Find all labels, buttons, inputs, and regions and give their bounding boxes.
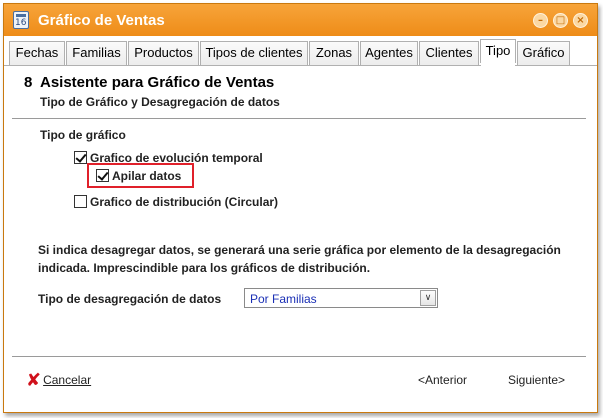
- wizard-window: 16 Gráfico de Ventas – □ × Fechas Famili…: [3, 3, 598, 413]
- next-button[interactable]: Siguiente>: [508, 373, 565, 387]
- tab-grafico[interactable]: Gráfico: [517, 41, 570, 66]
- wizard-content: 8 Asistente para Gráfico de Ventas Tipo …: [4, 67, 597, 414]
- close-button[interactable]: ×: [573, 13, 588, 28]
- tab-productos[interactable]: Productos: [128, 41, 199, 66]
- tab-clientes[interactable]: Clientes: [419, 41, 479, 66]
- header-separator: [12, 118, 586, 119]
- calendar-app-icon: 16: [13, 11, 29, 29]
- wizard-step-number: 8: [24, 74, 33, 91]
- tab-bar: Fechas Familias Productos Tipos de clien…: [4, 36, 597, 66]
- previous-button[interactable]: <Anterior: [418, 373, 467, 387]
- tab-tipos-de-clientes[interactable]: Tipos de clientes: [200, 41, 308, 66]
- red-x-icon: ✘: [26, 370, 42, 391]
- footer-separator: [12, 356, 586, 357]
- minimize-button[interactable]: –: [533, 13, 548, 28]
- maximize-button[interactable]: □: [553, 13, 568, 28]
- tab-tipo[interactable]: Tipo: [480, 39, 516, 66]
- distribution-chart-label[interactable]: Grafico de distribución (Circular): [90, 195, 278, 209]
- title-bar[interactable]: 16 Gráfico de Ventas – □ ×: [4, 4, 597, 36]
- tab-familias[interactable]: Familias: [66, 41, 127, 66]
- chart-type-section-label: Tipo de gráfico: [40, 128, 126, 142]
- stack-data-label[interactable]: Apilar datos: [112, 169, 181, 183]
- window-title: Gráfico de Ventas: [38, 12, 165, 29]
- disaggregation-select[interactable]: Por Familias ∨: [244, 288, 438, 308]
- tab-agentes[interactable]: Agentes: [360, 41, 418, 66]
- wizard-subtitle: Tipo de Gráfico y Desagregación de datos: [40, 95, 280, 109]
- stack-data-option[interactable]: Apilar datos: [96, 168, 181, 184]
- stack-data-checkbox[interactable]: [96, 169, 109, 183]
- distribution-chart-option[interactable]: Grafico de distribución (Circular): [74, 194, 278, 210]
- disaggregation-label: Tipo de desagregación de datos: [38, 292, 222, 306]
- wizard-title: Asistente para Gráfico de Ventas: [40, 74, 275, 91]
- tab-fechas[interactable]: Fechas: [9, 41, 65, 66]
- distribution-chart-checkbox[interactable]: [74, 195, 87, 209]
- disaggregation-selected-value: Por Familias: [250, 292, 317, 306]
- evolution-chart-checkbox[interactable]: [74, 151, 87, 165]
- app-icon-text: 16: [15, 18, 27, 28]
- disaggregation-info-text: Si indica desagregar datos, se generará …: [38, 243, 561, 275]
- cancel-button[interactable]: ✘ Cancelar: [26, 370, 92, 391]
- chevron-down-icon[interactable]: ∨: [420, 290, 436, 306]
- cancel-label: Cancelar: [43, 373, 92, 388]
- tab-zonas[interactable]: Zonas: [309, 41, 359, 66]
